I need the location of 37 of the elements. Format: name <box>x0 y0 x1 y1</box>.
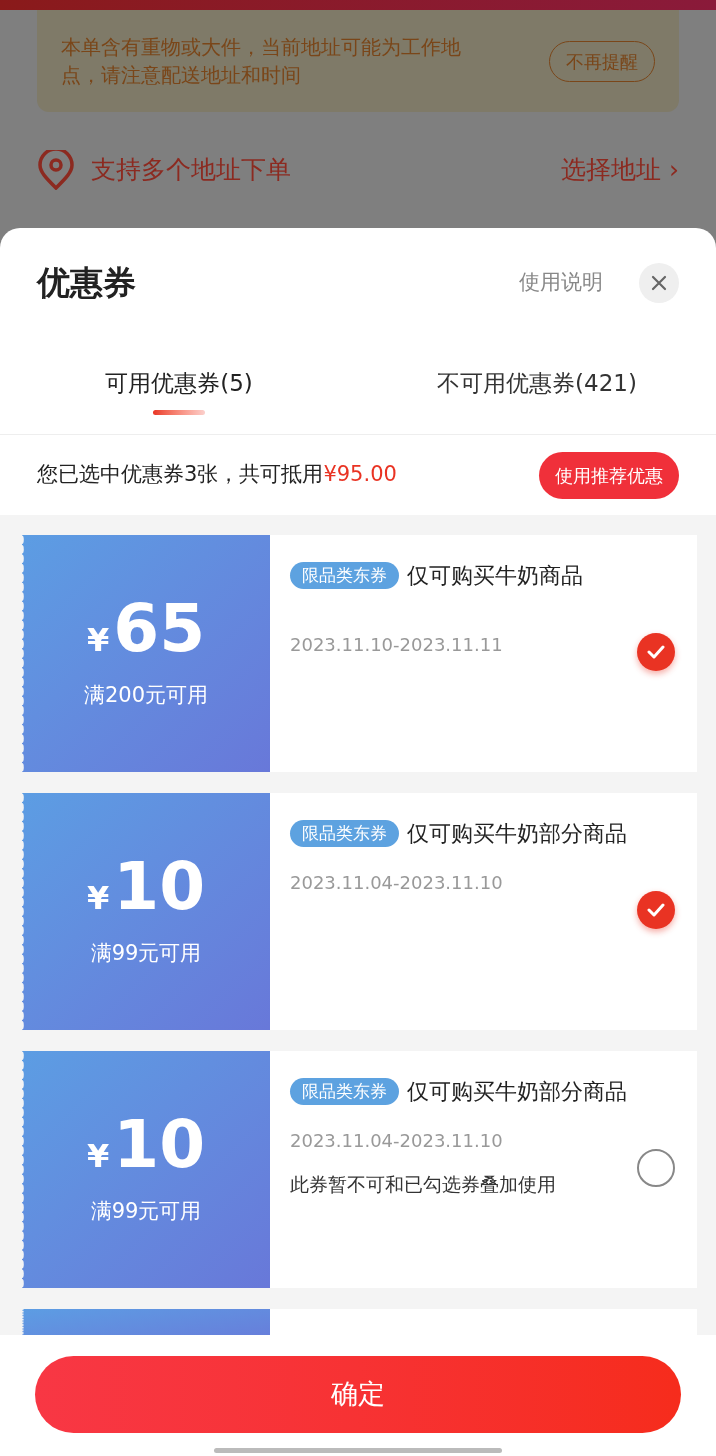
coupon-title: 仅可购买牛奶商品 <box>407 563 583 588</box>
tab[interactable]: 可用优惠券(5) <box>0 340 358 434</box>
notice-text: 本单含有重物或大件，当前地址可能为工作地点，请注意配送地址和时间 <box>61 34 462 89</box>
coupon-checkbox[interactable] <box>637 633 675 671</box>
coupon-title: 仅可购买牛奶部分商品 <box>407 821 627 846</box>
coupon-condition: 满99元可用 <box>90 1197 202 1225</box>
close-button[interactable] <box>639 263 679 303</box>
check-icon <box>647 903 665 917</box>
tab[interactable]: 不可用优惠券(421) <box>358 340 716 434</box>
coupon-amount: 65 <box>113 595 206 662</box>
coupon-amount: 10 <box>113 1111 206 1178</box>
coupon-tag: 限品类东券 <box>290 562 399 589</box>
currency-symbol: ¥ <box>86 1135 110 1177</box>
coupon-condition: 满200元可用 <box>83 681 209 709</box>
coupon-checkbox[interactable] <box>637 891 675 929</box>
currency-symbol: ¥ <box>86 877 110 919</box>
coupon-validity: 2023.11.04-2023.11.10 <box>290 1129 504 1153</box>
selection-summary: 您已选中优惠券3张，共可抵用¥95.00 <box>37 461 398 489</box>
coupon-validity: 2023.11.10-2023.11.11 <box>290 633 504 657</box>
sheet-title: 优惠券 <box>37 262 137 305</box>
coupon-tag: 限品类东券 <box>290 1078 399 1105</box>
coupon-checkbox[interactable] <box>637 1149 675 1187</box>
check-icon <box>647 645 665 659</box>
coupon-note: 此券暂不可和已勾选券叠加使用 <box>290 1172 557 1197</box>
coupon-title: 仅可购买牛奶部分商品 <box>407 1079 627 1104</box>
address-hint: 支持多个地址下单 <box>91 154 292 187</box>
recommended-button[interactable]: 使用推荐优惠 <box>539 451 679 499</box>
usage-guide-link[interactable]: 使用说明 <box>519 267 603 299</box>
coupon-tag: 限品类东券 <box>290 820 399 847</box>
location-pin-icon <box>37 150 75 190</box>
currency-symbol: ¥ <box>86 619 110 661</box>
close-icon <box>651 275 667 291</box>
coupon-amount: 10 <box>113 853 206 920</box>
confirm-button[interactable]: 确定 <box>35 1356 681 1433</box>
select-address-link[interactable]: 选择地址 › <box>561 151 679 189</box>
coupon-condition: 满99元可用 <box>90 939 202 967</box>
coupon-validity: 2023.11.04-2023.11.10 <box>290 871 504 895</box>
